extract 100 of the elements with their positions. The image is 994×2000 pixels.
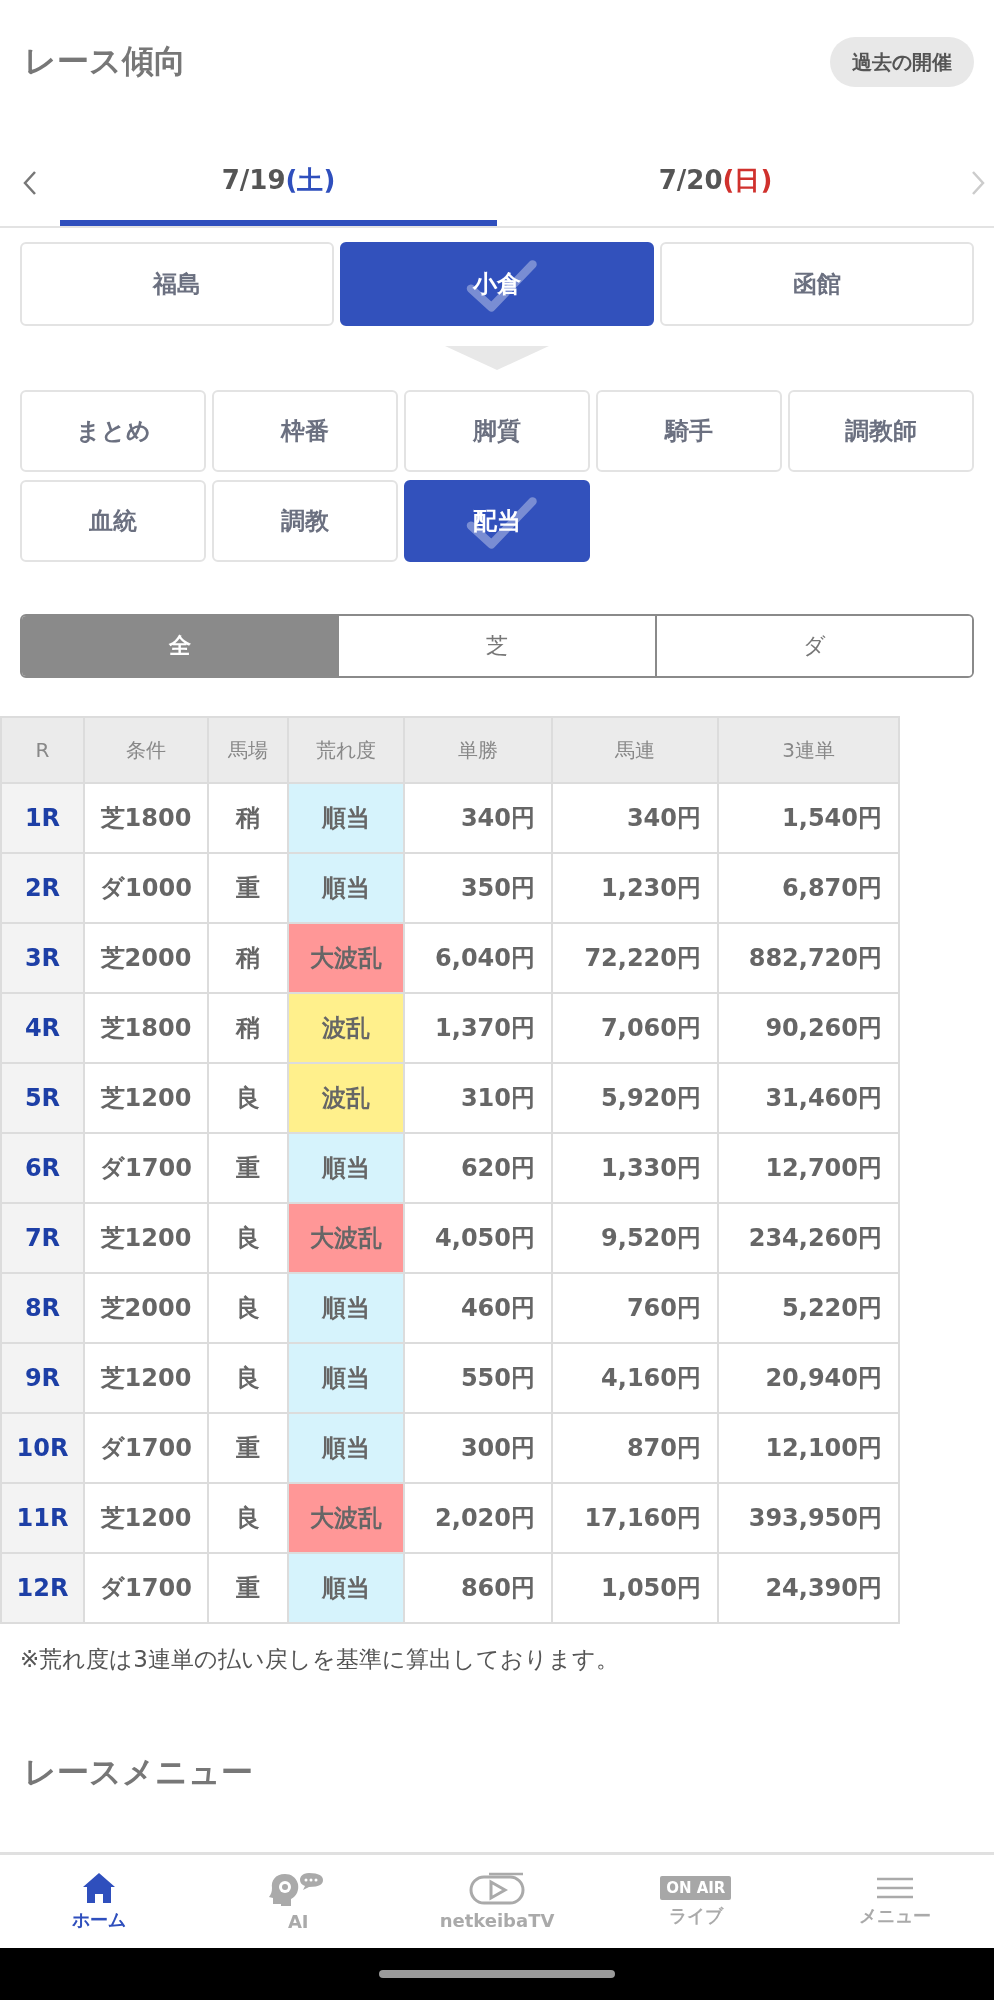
table-cell: 芝1800 (84, 783, 208, 853)
roughness-cell: 順当 (288, 1553, 404, 1623)
table-cell: 12,100円 (718, 1413, 899, 1483)
table-cell: 4,050円 (404, 1203, 552, 1273)
play-screen-icon (469, 1872, 525, 1906)
chevron-left-icon[interactable] (22, 170, 38, 196)
table-cell: 4,160円 (552, 1343, 718, 1413)
home-icon (82, 1871, 117, 1904)
home-indicator[interactable] (379, 1970, 615, 1978)
table-cell: ダ1000 (84, 853, 208, 923)
category-button[interactable]: 調教 (212, 480, 398, 562)
table-cell: 芝2000 (84, 1273, 208, 1343)
table-cell: 6,870円 (718, 853, 899, 923)
table-cell: 760円 (552, 1273, 718, 1343)
table-cell: 340円 (552, 783, 718, 853)
table-cell: 550円 (404, 1343, 552, 1413)
roughness-cell: 順当 (288, 853, 404, 923)
category-button[interactable]: まとめ (20, 390, 206, 472)
table-cell: 芝1800 (84, 993, 208, 1063)
table-cell: 芝2000 (84, 923, 208, 993)
category-button[interactable]: 配当 (404, 480, 590, 562)
table-cell: 1,230円 (552, 853, 718, 923)
roughness-cell: 波乱 (288, 1063, 404, 1133)
table-cell: 24,390円 (718, 1553, 899, 1623)
table-cell: ダ1700 (84, 1133, 208, 1203)
table-cell: ダ1700 (84, 1553, 208, 1623)
table-cell: ダ1700 (84, 1413, 208, 1483)
date-tab[interactable]: 7/20(日) (497, 140, 934, 226)
table-cell: 2,020円 (404, 1483, 552, 1553)
roughness-cell: 大波乱 (288, 923, 404, 993)
race-number-cell[interactable]: 8R (1, 1273, 84, 1343)
roughness-cell: 波乱 (288, 993, 404, 1063)
roughness-cell: 順当 (288, 1273, 404, 1343)
date-tab[interactable]: 7/19(土) (60, 140, 497, 226)
table-cell: 882,720円 (718, 923, 899, 993)
table-cell: 20,940円 (718, 1343, 899, 1413)
table-cell: 芝1200 (84, 1343, 208, 1413)
table-cell: 5,220円 (718, 1273, 899, 1343)
chevron-right-icon[interactable] (970, 170, 986, 196)
roughness-cell: 大波乱 (288, 1203, 404, 1273)
column-header: R (1, 717, 84, 783)
page-title: レース傾向 (24, 41, 186, 82)
race-number-cell[interactable]: 12R (1, 1553, 84, 1623)
venue-button[interactable]: 函館 (660, 242, 974, 326)
table-cell: 860円 (404, 1553, 552, 1623)
table-cell: 620円 (404, 1133, 552, 1203)
race-number-cell[interactable]: 4R (1, 993, 84, 1063)
table-cell: 300円 (404, 1413, 552, 1483)
race-number-cell[interactable]: 10R (1, 1413, 84, 1483)
table-cell: 芝1200 (84, 1483, 208, 1553)
table-cell: 1,370円 (404, 993, 552, 1063)
table-cell: 1,050円 (552, 1553, 718, 1623)
past-meetings-button[interactable]: 過去の開催 (830, 37, 974, 87)
table-cell: 1,540円 (718, 783, 899, 853)
table-cell: 31,460円 (718, 1063, 899, 1133)
category-button[interactable]: 脚質 (404, 390, 590, 472)
column-header: 条件 (84, 717, 208, 783)
table-cell: 1,330円 (552, 1133, 718, 1203)
table-cell: 340円 (404, 783, 552, 853)
race-number-cell[interactable]: 3R (1, 923, 84, 993)
footnote: ※荒れ度は3連単の払い戻しを基準に算出しております。 (20, 1645, 620, 1674)
column-header: 3連単 (718, 717, 899, 783)
table-cell: 9,520円 (552, 1203, 718, 1273)
race-number-cell[interactable]: 11R (1, 1483, 84, 1553)
table-cell: 310円 (404, 1063, 552, 1133)
table-cell: 17,160円 (552, 1483, 718, 1553)
roughness-cell: 順当 (288, 783, 404, 853)
race-number-cell[interactable]: 5R (1, 1063, 84, 1133)
table-cell: 12,700円 (718, 1133, 899, 1203)
column-header: 馬連 (552, 717, 718, 783)
surface-filter-tab[interactable]: ダ (654, 616, 972, 676)
race-number-cell[interactable]: 6R (1, 1133, 84, 1203)
section-title: レースメニュー (24, 1752, 254, 1793)
table-cell: 5,920円 (552, 1063, 718, 1133)
table-cell: 72,220円 (552, 923, 718, 993)
venue-button[interactable]: 福島 (20, 242, 334, 326)
column-header: 荒れ度 (288, 717, 404, 783)
table-cell: 芝1200 (84, 1063, 208, 1133)
table-cell: 芝1200 (84, 1203, 208, 1273)
table-cell: 870円 (552, 1413, 718, 1483)
table-cell: 234,260円 (718, 1203, 899, 1273)
table-cell: 90,260円 (718, 993, 899, 1063)
category-button[interactable]: 枠番 (212, 390, 398, 472)
race-number-cell[interactable]: 9R (1, 1343, 84, 1413)
on-air-badge: ON AIR (660, 1875, 732, 1900)
race-number-cell[interactable]: 2R (1, 853, 84, 923)
category-button[interactable]: 血統 (20, 480, 206, 562)
roughness-cell: 大波乱 (288, 1483, 404, 1553)
table-cell: 7,060円 (552, 993, 718, 1063)
table-cell: 393,950円 (718, 1483, 899, 1553)
table-cell: 6,040円 (404, 923, 552, 993)
race-number-cell[interactable]: 7R (1, 1203, 84, 1273)
category-button[interactable]: 調教師 (788, 390, 974, 472)
category-button[interactable]: 騎手 (596, 390, 782, 472)
roughness-cell: 順当 (288, 1413, 404, 1483)
column-header: 馬場 (208, 717, 288, 783)
race-number-cell[interactable]: 1R (1, 783, 84, 853)
roughness-cell: 順当 (288, 1133, 404, 1203)
venue-button[interactable]: 小倉 (340, 242, 654, 326)
roughness-cell: 順当 (288, 1343, 404, 1413)
